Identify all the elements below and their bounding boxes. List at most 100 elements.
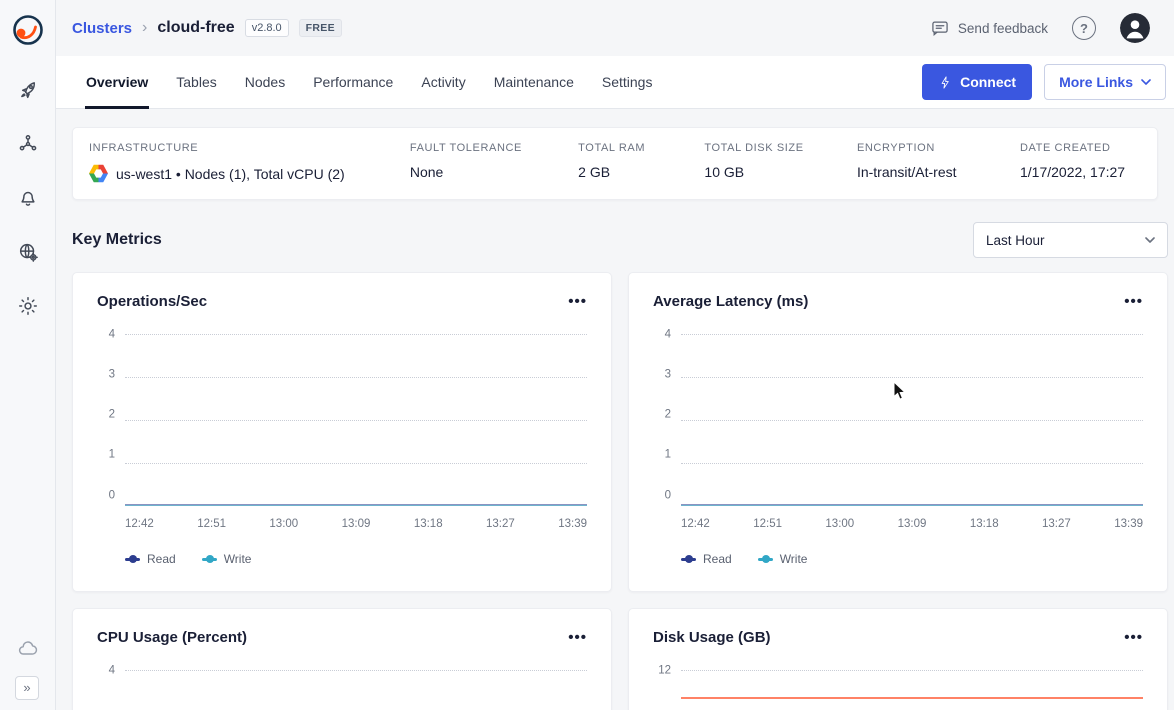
- chart-menu-button[interactable]: •••: [568, 630, 587, 645]
- more-links-label: More Links: [1059, 74, 1133, 90]
- header-actions: Send feedback ?: [930, 13, 1150, 43]
- tab-activity[interactable]: Activity: [407, 56, 479, 108]
- info-value: In-transit/At-rest: [857, 164, 1008, 180]
- main-area: Clusters › cloud-free v2.8.0 FREE Send f…: [56, 0, 1174, 710]
- info-label: TOTAL RAM: [578, 142, 692, 154]
- breadcrumb: Clusters › cloud-free v2.8.0 FREE: [72, 19, 342, 37]
- chart-card-operations-per-sec: Operations/Sec ••• 43210: [72, 272, 612, 592]
- chart-title: Average Latency (ms): [653, 293, 808, 310]
- gcp-icon: [89, 164, 108, 183]
- chart-title: Disk Usage (GB): [653, 629, 771, 646]
- info-field-total-disk-size: TOTAL DISK SIZE 10 GB: [704, 142, 857, 183]
- version-badge: v2.8.0: [245, 19, 289, 37]
- legend-read[interactable]: Read: [681, 552, 732, 566]
- chart-menu-button[interactable]: •••: [1124, 294, 1143, 309]
- y-axis-labels: 43210: [97, 334, 125, 506]
- chart-plot: 12: [653, 670, 1143, 710]
- chart-card-cpu-usage: CPU Usage (Percent) ••• 4: [72, 608, 612, 710]
- x-axis-labels: 12:4212:5113:0013:0913:1813:2713:39: [681, 518, 1143, 530]
- sidebar: »: [0, 0, 56, 710]
- avatar[interactable]: [1120, 13, 1150, 43]
- content: INFRASTRUCTURE us-west1 • Nodes (1), Tot…: [56, 109, 1174, 710]
- info-label: FAULT TOLERANCE: [410, 142, 566, 154]
- charts-grid: Operations/Sec ••• 43210: [56, 272, 1174, 710]
- read-marker-icon: [125, 558, 140, 561]
- cloud-icon[interactable]: [15, 636, 41, 662]
- tab-nodes[interactable]: Nodes: [231, 56, 299, 108]
- chart-plot: 43210: [97, 334, 587, 506]
- connect-button[interactable]: Connect: [922, 64, 1032, 100]
- plan-badge: FREE: [299, 19, 342, 37]
- chart-legend: Read Write: [681, 552, 1143, 566]
- sidebar-bottom: »: [0, 636, 55, 700]
- chart-title: Operations/Sec: [97, 293, 207, 310]
- rocket-icon[interactable]: [10, 72, 46, 108]
- x-axis-labels: 12:4212:5113:0013:0913:1813:2713:39: [125, 518, 587, 530]
- chart-plot: 4: [97, 670, 587, 710]
- gear-icon[interactable]: [10, 288, 46, 324]
- info-value: 10 GB: [704, 164, 845, 180]
- time-range-select[interactable]: Last Hour: [973, 222, 1168, 258]
- info-value: 1/17/2022, 17:27: [1020, 164, 1129, 180]
- plot-area: [125, 334, 587, 506]
- series-write-line: [125, 505, 587, 506]
- plot-area: [681, 334, 1143, 506]
- cluster-info-card: INFRASTRUCTURE us-west1 • Nodes (1), Tot…: [72, 127, 1158, 200]
- sidebar-nav: [10, 72, 46, 324]
- breadcrumb-separator-icon: ›: [142, 19, 147, 37]
- network-icon[interactable]: [10, 126, 46, 162]
- legend-write[interactable]: Write: [202, 552, 252, 566]
- chart-menu-button[interactable]: •••: [1124, 630, 1143, 645]
- tab-performance[interactable]: Performance: [299, 56, 407, 108]
- more-links-button[interactable]: More Links: [1044, 64, 1166, 100]
- info-label: DATE CREATED: [1020, 142, 1129, 154]
- help-icon[interactable]: ?: [1072, 16, 1096, 40]
- page-header: Clusters › cloud-free v2.8.0 FREE Send f…: [56, 0, 1174, 56]
- read-marker-icon: [681, 558, 696, 561]
- info-field-total-ram: TOTAL RAM 2 GB: [578, 142, 704, 183]
- y-axis-labels: 4: [97, 670, 125, 710]
- chart-plot: 43210: [653, 334, 1143, 506]
- key-metrics-bar: Key Metrics Last Hour: [56, 200, 1174, 272]
- logo-icon: [10, 12, 46, 48]
- bolt-icon: [938, 75, 953, 90]
- key-metrics-title: Key Metrics: [72, 231, 162, 249]
- app-window: » Clusters › cloud-free v2.8.0 FREE Send…: [0, 0, 1174, 710]
- info-label: ENCRYPTION: [857, 142, 1008, 154]
- chart-card-disk-usage: Disk Usage (GB) ••• 12: [628, 608, 1168, 710]
- regions-icon[interactable]: [10, 234, 46, 270]
- tab-maintenance[interactable]: Maintenance: [480, 56, 588, 108]
- bell-icon[interactable]: [10, 180, 46, 216]
- info-value: None: [410, 164, 566, 180]
- info-label: INFRASTRUCTURE: [89, 142, 398, 154]
- info-value: 2 GB: [578, 164, 692, 180]
- breadcrumb-clusters-link[interactable]: Clusters: [72, 20, 132, 37]
- feedback-icon: [930, 18, 950, 38]
- tab-actions: Connect More Links: [922, 64, 1166, 100]
- tab-tables[interactable]: Tables: [162, 56, 230, 108]
- y-axis-labels: 43210: [653, 334, 681, 506]
- legend-write[interactable]: Write: [758, 552, 808, 566]
- connect-label: Connect: [960, 74, 1016, 90]
- info-label: TOTAL DISK SIZE: [704, 142, 845, 154]
- user-icon: [1120, 13, 1150, 43]
- chart-menu-button[interactable]: •••: [568, 294, 587, 309]
- info-field-fault-tolerance: FAULT TOLERANCE None: [410, 142, 578, 183]
- plot-area: [125, 670, 587, 710]
- info-field-encryption: ENCRYPTION In-transit/At-rest: [857, 142, 1020, 183]
- tab-settings[interactable]: Settings: [588, 56, 667, 108]
- chevron-down-icon: [1141, 79, 1151, 85]
- chart-card-average-latency: Average Latency (ms) ••• 43210: [628, 272, 1168, 592]
- feedback-label: Send feedback: [958, 21, 1048, 36]
- y-axis-labels: 12: [653, 670, 681, 710]
- series-write-line: [681, 505, 1143, 506]
- legend-read[interactable]: Read: [125, 552, 176, 566]
- tab-overview[interactable]: Overview: [72, 56, 162, 108]
- chart-title: CPU Usage (Percent): [97, 629, 247, 646]
- send-feedback-button[interactable]: Send feedback: [930, 18, 1048, 38]
- app-logo[interactable]: [8, 10, 48, 50]
- tabs: Overview Tables Nodes Performance Activi…: [72, 56, 666, 108]
- expand-sidebar-button[interactable]: »: [15, 676, 39, 700]
- tab-bar: Overview Tables Nodes Performance Activi…: [56, 56, 1174, 109]
- info-field-infrastructure: INFRASTRUCTURE us-west1 • Nodes (1), Tot…: [89, 142, 410, 183]
